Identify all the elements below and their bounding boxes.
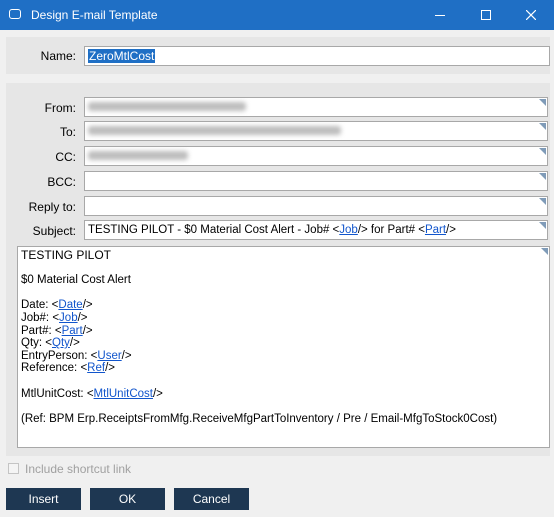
subject-text: /> [446, 224, 456, 236]
body-text: /> [82, 324, 93, 337]
cancel-button[interactable]: Cancel [174, 488, 249, 510]
title-bar: Design E-mail Template [0, 0, 554, 30]
reply-to-field[interactable] [84, 196, 548, 216]
close-icon [526, 10, 536, 20]
minimize-icon [435, 15, 445, 16]
body-line: Reference: <Ref/> [21, 362, 546, 375]
insert-button[interactable]: Insert [6, 488, 81, 510]
body-line: MtlUnitCost: <MtlUnitCost/> [21, 388, 546, 401]
body-line: TESTING PILOT [21, 248, 112, 262]
body-line [21, 400, 546, 413]
from-label: From: [44, 101, 76, 115]
bcc-field[interactable] [84, 171, 548, 191]
name-label: Name: [40, 49, 76, 63]
part-token[interactable]: Part [62, 325, 83, 337]
ref-token[interactable]: Ref [87, 362, 105, 374]
subject-part-token[interactable]: Part [425, 224, 446, 236]
field-expand-icon[interactable] [539, 222, 546, 229]
body-text: /> [77, 311, 88, 324]
body-footer-line: (Ref: BPM Erp.ReceiptsFromMfg.ReceiveMfg… [21, 412, 498, 425]
body-text: Part#: < [21, 324, 62, 337]
window-title: Design E-mail Template [31, 8, 158, 22]
field-expand-icon[interactable] [539, 173, 546, 180]
minimize-button[interactable] [417, 0, 463, 30]
to-label: To: [59, 125, 76, 139]
cc-label: CC: [55, 150, 76, 164]
email-body-editor[interactable]: TESTING PILOT $0 Material Cost Alert Dat… [17, 246, 550, 448]
cc-value-redacted [88, 151, 188, 161]
close-button[interactable] [508, 0, 554, 30]
body-text: Job#: < [21, 311, 60, 324]
reply-to-label: Reply to: [28, 200, 76, 214]
field-expand-icon[interactable] [539, 198, 546, 205]
include-shortcut-label: Include shortcut link [25, 462, 132, 476]
body-text: /> [121, 349, 132, 362]
body-text: /> [105, 362, 115, 375]
subject-text: TESTING PILOT - $0 Material Cost Alert -… [88, 224, 340, 236]
body-text: /> [152, 387, 163, 400]
to-field[interactable] [84, 121, 548, 141]
body-text: EntryPerson: < [21, 349, 98, 362]
body-line [21, 375, 546, 388]
body-line: EntryPerson: <User/> [21, 350, 546, 363]
body-line: Part#: <Part/> [21, 325, 546, 338]
maximize-icon [481, 10, 491, 20]
app-window-icon [9, 9, 21, 19]
to-value-redacted [88, 126, 341, 136]
field-expand-icon[interactable] [539, 99, 546, 106]
subject-job-token[interactable]: Job [339, 224, 358, 236]
qty-token[interactable]: Qty [52, 337, 70, 349]
body-line [21, 287, 546, 300]
maximize-button[interactable] [463, 0, 509, 30]
bcc-label: BCC: [47, 175, 76, 189]
job-token[interactable]: Job [59, 312, 78, 324]
include-shortcut-checkbox[interactable] [8, 463, 19, 474]
date-token[interactable]: Date [58, 299, 82, 311]
body-text: /> [82, 299, 93, 312]
body-text: MtlUnitCost: < [21, 387, 94, 400]
mtl-unit-cost-token[interactable]: MtlUnitCost [94, 388, 153, 400]
user-token[interactable]: User [97, 350, 121, 362]
from-field[interactable] [84, 97, 548, 117]
body-text: Qty: < [21, 337, 52, 350]
name-field[interactable]: ZeroMtlCost [84, 46, 550, 66]
body-line [21, 262, 546, 275]
body-line: Date: <Date/> [21, 299, 546, 312]
body-line: Job#: <Job/> [21, 312, 546, 325]
field-expand-icon[interactable] [541, 248, 548, 255]
ok-button[interactable]: OK [90, 488, 165, 510]
subject-label: Subject: [32, 224, 76, 238]
cc-field[interactable] [84, 146, 548, 166]
field-expand-icon[interactable] [539, 123, 546, 130]
body-text: Date: < [21, 299, 59, 312]
body-line: Qty: <Qty/> [21, 337, 546, 350]
field-expand-icon[interactable] [539, 148, 546, 155]
body-text: Reference: < [21, 362, 88, 375]
body-line: $0 Material Cost Alert [21, 274, 131, 287]
subject-text: /> for Part# < [357, 224, 425, 236]
from-value-redacted [88, 102, 246, 112]
body-text: /> [69, 337, 80, 350]
subject-field[interactable]: TESTING PILOT - $0 Material Cost Alert -… [84, 220, 548, 240]
name-value: ZeroMtlCost [88, 49, 156, 63]
